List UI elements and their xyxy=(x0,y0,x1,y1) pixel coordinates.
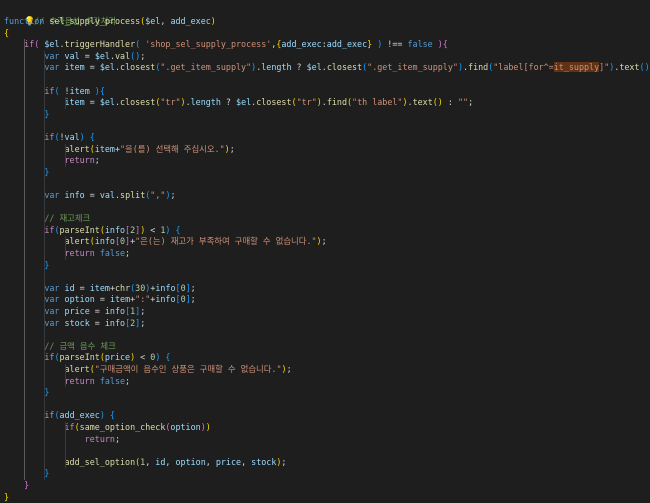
indent-guide xyxy=(24,39,26,480)
code-line[interactable]: } xyxy=(4,480,29,492)
indent-guide xyxy=(44,50,46,480)
indent-guide xyxy=(64,143,66,167)
code-editor[interactable]: 💡// 추가옵션 추가처리 function sel_supply_proces… xyxy=(0,0,650,502)
code-line[interactable]: var item = $el.closest(".get_item_supply… xyxy=(4,62,650,74)
code-line[interactable]: } xyxy=(4,109,49,121)
code-line[interactable]: alert(info[0]+"은(는) 재고가 부족하여 구매할 수 없습니다.… xyxy=(4,236,327,248)
code-line[interactable]: alert(item+"을(를) 선택해 주십시오."); xyxy=(4,144,235,156)
code-line[interactable]: if(add_exec) { xyxy=(4,410,115,422)
code-line[interactable]: } xyxy=(4,492,9,503)
code-line[interactable]: if(same_option_check(option)) xyxy=(4,422,211,434)
code-line[interactable]: } xyxy=(4,167,49,179)
top-comment-line: 💡// 추가옵션 추가처리 xyxy=(4,3,116,27)
indent-guide xyxy=(64,422,66,469)
code-line[interactable]: var id = item+chr(30)+info[0]; xyxy=(4,283,195,295)
code-line[interactable]: { xyxy=(4,28,9,40)
indent-guide xyxy=(64,364,66,388)
code-line[interactable]: } xyxy=(4,468,49,480)
code-line[interactable]: if(!val) { xyxy=(4,132,94,144)
code-line[interactable]: // 재고체크 xyxy=(4,213,90,225)
code-line[interactable]: return false; xyxy=(4,248,131,260)
code-line[interactable]: add_sel_option(1, id, option, price, sto… xyxy=(4,457,287,469)
code-line[interactable]: item = $el.closest("tr").length ? $el.cl… xyxy=(4,97,474,109)
indent-guide xyxy=(64,97,66,109)
code-line[interactable]: // 금액 음수 체크 xyxy=(4,341,115,353)
code-line[interactable]: return; xyxy=(4,434,120,446)
code-line[interactable]: var option = item+":"+info[0]; xyxy=(4,294,195,306)
code-line[interactable]: return; xyxy=(4,155,100,167)
code-line[interactable]: } xyxy=(4,260,49,272)
indent-guide xyxy=(64,236,66,260)
code-line[interactable]: if(parseInt(price) < 0) { xyxy=(4,352,170,364)
code-line[interactable]: } xyxy=(4,387,49,399)
code-line[interactable]: if( !item ){ xyxy=(4,86,105,98)
code-line[interactable]: return false; xyxy=(4,376,131,388)
code-line[interactable]: alert("구매금액이 음수인 상품은 구매할 수 없습니다."); xyxy=(4,364,292,376)
code-line[interactable]: if(parseInt(info[2]) < 1) { xyxy=(4,225,180,237)
code-line[interactable]: if( $el.triggerHandler( 'shop_sel_supply… xyxy=(4,39,448,51)
code-line[interactable]: var info = val.split(","); xyxy=(4,190,175,202)
code-line[interactable]: function sel_supply_process($el, add_exe… xyxy=(4,16,216,28)
